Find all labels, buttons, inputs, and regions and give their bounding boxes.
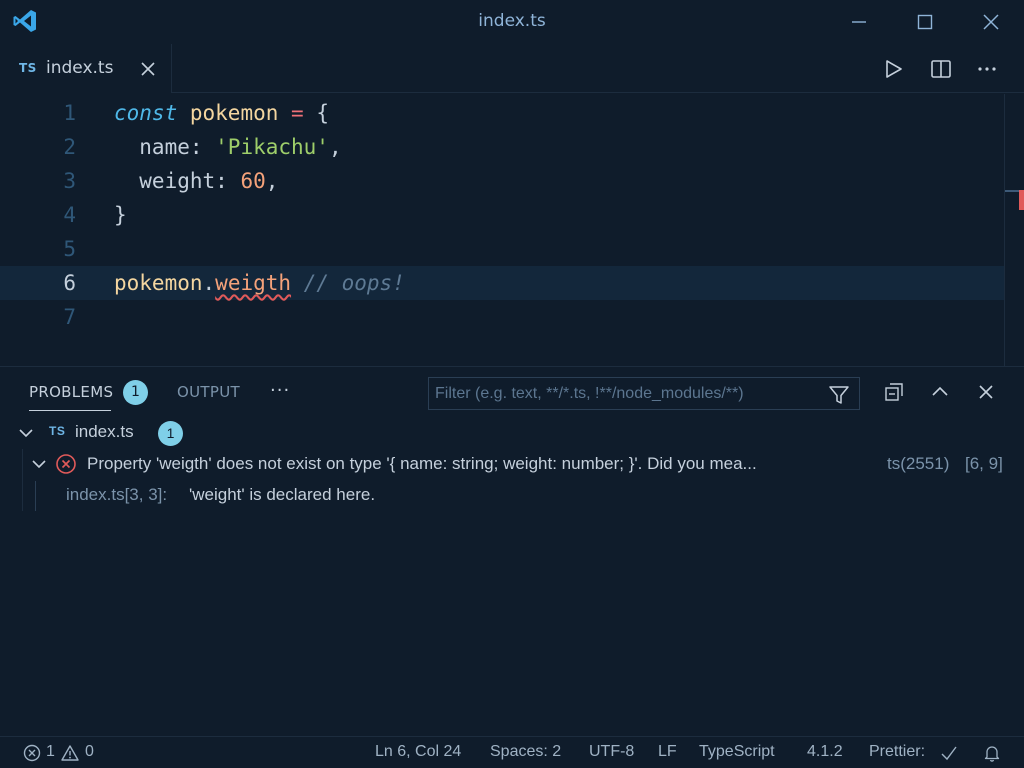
string-token: 'Pikachu': [215, 135, 329, 159]
check-icon: [941, 746, 957, 761]
problem-code: ts(2551): [887, 454, 950, 473]
filter-input[interactable]: [435, 383, 815, 405]
status-bar: 1 0 Ln 6, Col 24 Spaces: 2 UTF-8 LF Type…: [0, 736, 1024, 768]
typescript-version[interactable]: 4.1.2: [807, 743, 843, 761]
eol-setting[interactable]: LF: [658, 743, 677, 761]
chevron-down-icon[interactable]: [31, 456, 47, 472]
problems-count-badge: 1: [123, 380, 148, 405]
operator-token: =: [291, 101, 304, 125]
warning-count[interactable]: 0: [85, 743, 94, 761]
code-line[interactable]: 4 }: [0, 198, 1004, 232]
related-location[interactable]: index.ts[3, 3]:: [66, 485, 167, 505]
split-editor-icon: [931, 60, 951, 78]
split-editor-button[interactable]: [928, 56, 954, 82]
file-problem-count-badge: 1: [158, 421, 183, 446]
variable-token: pokemon: [189, 101, 279, 125]
problem-message: Property 'weigth' does not exist on type…: [87, 454, 757, 473]
collapse-all-button[interactable]: [882, 380, 906, 404]
code-line[interactable]: 1 const pokemon = {: [0, 96, 1004, 130]
cursor-position[interactable]: Ln 6, Col 24: [375, 743, 461, 761]
maximize-panel-button[interactable]: [928, 380, 952, 404]
close-icon: [983, 14, 999, 30]
code-line[interactable]: 3 weight: 60,: [0, 164, 1004, 198]
problem-file-name: index.ts: [75, 422, 134, 441]
maximize-icon: [917, 14, 933, 30]
related-info-row[interactable]: index.ts[3, 3]: 'weight' is declared her…: [0, 481, 1024, 511]
close-window-button[interactable]: [976, 8, 1006, 36]
error-count[interactable]: 1: [46, 743, 55, 761]
line-number: 4: [63, 203, 76, 227]
collapse-all-icon: [885, 383, 903, 401]
line-number: 7: [63, 305, 76, 329]
related-message: 'weight' is declared here.: [189, 485, 376, 504]
line-number: 3: [63, 169, 76, 193]
overview-ruler-cursor-mark: [1005, 190, 1019, 192]
play-icon: [886, 60, 902, 78]
minimize-icon: [852, 21, 866, 23]
more-icon: [978, 67, 996, 71]
typescript-file-icon: TS: [19, 61, 37, 75]
problem-row[interactable]: Property 'weigth' does not exist on type…: [0, 450, 1024, 480]
line-number: 6: [63, 271, 76, 295]
tab-label: index.ts: [46, 58, 114, 78]
panel-more-tabs-button[interactable]: ···: [270, 380, 290, 401]
prettier-status[interactable]: Prettier:: [869, 743, 925, 761]
run-button[interactable]: [880, 56, 906, 82]
overview-ruler-error-mark: [1019, 190, 1024, 210]
line-number: 5: [63, 237, 76, 261]
code-line[interactable]: 2 name: 'Pikachu',: [0, 130, 1004, 164]
code-editor[interactable]: 1 const pokemon = { 2 name: 'Pikachu', 3…: [0, 94, 1024, 366]
maximize-button[interactable]: [910, 8, 940, 36]
code-line[interactable]: 7: [0, 300, 1004, 334]
line-number: 1: [63, 101, 76, 125]
typescript-file-icon: TS: [49, 424, 66, 438]
problems-filter: [428, 377, 860, 410]
language-mode[interactable]: TypeScript: [699, 743, 775, 761]
error-squiggle-token[interactable]: weigth: [215, 271, 291, 295]
indentation-setting[interactable]: Spaces: 2: [490, 743, 561, 761]
chevron-up-icon: [932, 386, 948, 396]
tab-output[interactable]: OUTPUT: [177, 383, 240, 401]
problems-file-row[interactable]: TS index.ts 1: [0, 419, 1024, 449]
minimize-button[interactable]: [844, 8, 874, 36]
filter-icon[interactable]: [828, 384, 850, 406]
overview-ruler[interactable]: [1004, 94, 1005, 366]
keyword-token: const: [114, 101, 178, 125]
variable-token: pokemon: [114, 271, 203, 295]
close-panel-button[interactable]: [974, 380, 998, 404]
tab-problems[interactable]: PROBLEMS: [29, 383, 113, 401]
encoding-setting[interactable]: UTF-8: [589, 743, 634, 761]
editor-tab-bar: TS index.ts: [0, 44, 1024, 93]
error-icon[interactable]: [23, 744, 41, 762]
chevron-down-icon[interactable]: [18, 425, 34, 441]
title-bar: index.ts: [0, 0, 1024, 44]
problem-position: [6, 9]: [965, 454, 1003, 473]
active-tab-indicator: [29, 410, 111, 411]
bell-icon[interactable]: [983, 744, 1001, 762]
comment-token: // oops!: [303, 271, 405, 295]
line-number: 2: [63, 135, 76, 159]
close-icon: [979, 385, 993, 399]
tab-index-ts[interactable]: TS index.ts: [0, 44, 172, 93]
more-actions-button[interactable]: [974, 56, 1000, 82]
code-line-active[interactable]: 6 pokemon.weigth // oops!: [0, 266, 1004, 300]
error-icon: [56, 454, 76, 474]
warning-icon[interactable]: [61, 744, 79, 762]
code-line[interactable]: 5: [0, 232, 1004, 266]
tab-close-icon[interactable]: [139, 60, 157, 78]
number-token: 60: [240, 169, 266, 193]
